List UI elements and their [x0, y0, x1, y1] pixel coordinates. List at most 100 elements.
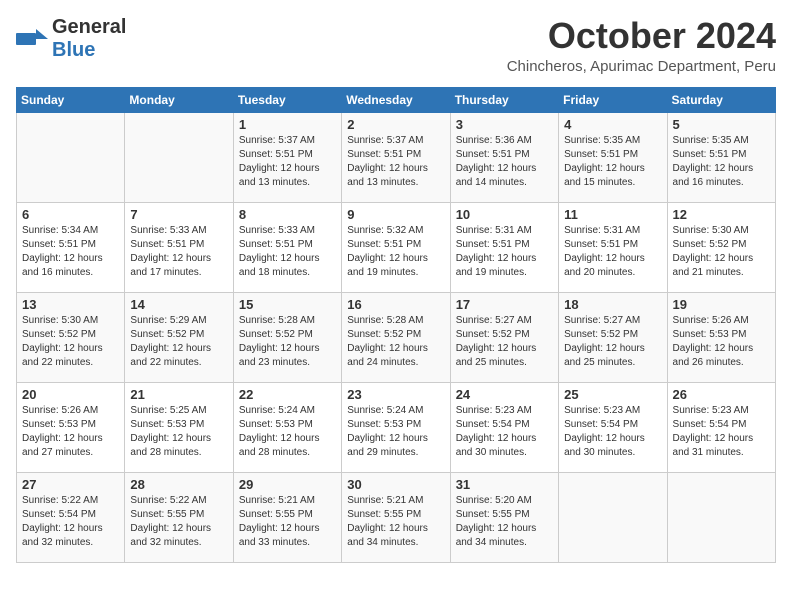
- day-number: 1: [239, 117, 336, 132]
- day-info: Sunrise: 5:28 AMSunset: 5:52 PMDaylight:…: [347, 314, 444, 370]
- day-info: Sunrise: 5:32 AMSunset: 5:51 PMDaylight:…: [347, 224, 444, 280]
- day-number: 16: [347, 297, 444, 312]
- logo-blue: Blue: [52, 39, 95, 61]
- day-cell: 10Sunrise: 5:31 AMSunset: 5:51 PMDayligh…: [450, 202, 558, 292]
- day-cell: 8 Sunrise: 5:33 AMSunset: 5:51 PMDaylight…: [233, 202, 341, 292]
- day-info: Sunrise: 5:33 AMSunset: 5:51 PMDaylight:…: [239, 224, 336, 280]
- day-number: 20: [22, 387, 119, 402]
- day-cell: 1 Sunrise: 5:37 AMSunset: 5:51 PMDaylight…: [233, 112, 341, 202]
- day-cell: 26 Sunrise: 5:23 AMSunset: 5:54 PMDayligh…: [667, 382, 775, 472]
- day-cell: 18 Sunrise: 5:27 AMSunset: 5:52 PMDayligh…: [559, 292, 667, 382]
- day-number: 4: [564, 117, 661, 132]
- day-number: 12: [673, 207, 770, 222]
- day-cell: 17Sunrise: 5:27 AMSunset: 5:52 PMDayligh…: [450, 292, 558, 382]
- day-info: Sunrise: 5:35 AMSunset: 5:51 PMDaylight:…: [564, 134, 661, 190]
- day-info: Sunrise: 5:29 AMSunset: 5:52 PMDaylight:…: [130, 314, 227, 370]
- day-cell: [17, 112, 125, 202]
- day-number: 14: [130, 297, 227, 312]
- day-cell: [667, 472, 775, 562]
- day-info: Sunrise: 5:26 AMSunset: 5:53 PMDaylight:…: [22, 404, 119, 460]
- day-cell: 22 Sunrise: 5:24 AMSunset: 5:53 PMDayligh…: [233, 382, 341, 472]
- day-number: 30: [347, 477, 444, 492]
- day-cell: 6Sunrise: 5:34 AMSunset: 5:51 PMDaylight…: [17, 202, 125, 292]
- day-cell: 9 Sunrise: 5:32 AMSunset: 5:51 PMDaylight…: [342, 202, 450, 292]
- day-cell: 25 Sunrise: 5:23 AMSunset: 5:54 PMDayligh…: [559, 382, 667, 472]
- day-info: Sunrise: 5:37 AMSunset: 5:51 PMDaylight:…: [347, 134, 444, 190]
- day-cell: 28 Sunrise: 5:22 AMSunset: 5:55 PMDayligh…: [125, 472, 233, 562]
- day-info: Sunrise: 5:31 AMSunset: 5:51 PMDaylight:…: [564, 224, 661, 280]
- day-info: Sunrise: 5:26 AMSunset: 5:53 PMDaylight:…: [673, 314, 770, 370]
- day-number: 8: [239, 207, 336, 222]
- day-number: 5: [673, 117, 770, 132]
- header-tuesday: Tuesday: [233, 87, 341, 112]
- day-number: 9: [347, 207, 444, 222]
- day-number: 23: [347, 387, 444, 402]
- day-number: 11: [564, 207, 661, 222]
- day-info: Sunrise: 5:23 AMSunset: 5:54 PMDaylight:…: [456, 404, 553, 460]
- header-wednesday: Wednesday: [342, 87, 450, 112]
- day-info: Sunrise: 5:22 AMSunset: 5:54 PMDaylight:…: [22, 494, 119, 550]
- day-number: 22: [239, 387, 336, 402]
- day-cell: 13 Sunrise: 5:30 AMSunset: 5:52 PMDayligh…: [17, 292, 125, 382]
- header-friday: Friday: [559, 87, 667, 112]
- day-info: Sunrise: 5:21 AMSunset: 5:55 PMDaylight:…: [239, 494, 336, 550]
- day-cell: 4 Sunrise: 5:35 AMSunset: 5:51 PMDaylight…: [559, 112, 667, 202]
- header-thursday: Thursday: [450, 87, 558, 112]
- day-cell: 27Sunrise: 5:22 AMSunset: 5:54 PMDayligh…: [17, 472, 125, 562]
- logo: General Blue: [16, 16, 126, 62]
- day-cell: 31 Sunrise: 5:20 AMSunset: 5:55 PMDayligh…: [450, 472, 558, 562]
- header-monday: Monday: [125, 87, 233, 112]
- day-cell: 7Sunrise: 5:33 AMSunset: 5:51 PMDaylight…: [125, 202, 233, 292]
- header-row: SundayMondayTuesdayWednesdayThursdayFrid…: [17, 87, 776, 112]
- day-info: Sunrise: 5:25 AMSunset: 5:53 PMDaylight:…: [130, 404, 227, 460]
- day-info: Sunrise: 5:22 AMSunset: 5:55 PMDaylight:…: [130, 494, 227, 550]
- day-info: Sunrise: 5:23 AMSunset: 5:54 PMDaylight:…: [673, 404, 770, 460]
- day-cell: 5 Sunrise: 5:35 AMSunset: 5:51 PMDaylight…: [667, 112, 775, 202]
- day-info: Sunrise: 5:24 AMSunset: 5:53 PMDaylight:…: [239, 404, 336, 460]
- day-info: Sunrise: 5:36 AMSunset: 5:51 PMDaylight:…: [456, 134, 553, 190]
- day-number: 28: [130, 477, 227, 492]
- day-number: 24: [456, 387, 553, 402]
- title-section: October 2024 Chincheros, Apurimac Depart…: [507, 16, 776, 75]
- day-number: 26: [673, 387, 770, 402]
- day-cell: 21 Sunrise: 5:25 AMSunset: 5:53 PMDayligh…: [125, 382, 233, 472]
- day-cell: [125, 112, 233, 202]
- day-cell: 2 Sunrise: 5:37 AMSunset: 5:51 PMDaylight…: [342, 112, 450, 202]
- day-info: Sunrise: 5:35 AMSunset: 5:51 PMDaylight:…: [673, 134, 770, 190]
- day-number: 31: [456, 477, 553, 492]
- day-cell: 23 Sunrise: 5:24 AMSunset: 5:53 PMDayligh…: [342, 382, 450, 472]
- day-number: 25: [564, 387, 661, 402]
- day-info: Sunrise: 5:24 AMSunset: 5:53 PMDaylight:…: [347, 404, 444, 460]
- month-title: October 2024: [507, 16, 776, 56]
- day-cell: 14 Sunrise: 5:29 AMSunset: 5:52 PMDayligh…: [125, 292, 233, 382]
- day-number: 17: [456, 297, 553, 312]
- day-number: 10: [456, 207, 553, 222]
- day-cell: 24 Sunrise: 5:23 AMSunset: 5:54 PMDayligh…: [450, 382, 558, 472]
- day-number: 29: [239, 477, 336, 492]
- day-info: Sunrise: 5:28 AMSunset: 5:52 PMDaylight:…: [239, 314, 336, 370]
- day-number: 21: [130, 387, 227, 402]
- header-sunday: Sunday: [17, 87, 125, 112]
- day-cell: 3Sunrise: 5:36 AMSunset: 5:51 PMDaylight…: [450, 112, 558, 202]
- day-number: 2: [347, 117, 444, 132]
- day-cell: 30 Sunrise: 5:21 AMSunset: 5:55 PMDayligh…: [342, 472, 450, 562]
- calendar-table: SundayMondayTuesdayWednesdayThursdayFrid…: [16, 87, 776, 563]
- day-cell: 11 Sunrise: 5:31 AMSunset: 5:51 PMDayligh…: [559, 202, 667, 292]
- week-row-4: 20 Sunrise: 5:26 AMSunset: 5:53 PMDayligh…: [17, 382, 776, 472]
- day-info: Sunrise: 5:27 AMSunset: 5:52 PMDaylight:…: [564, 314, 661, 370]
- day-info: Sunrise: 5:34 AMSunset: 5:51 PMDaylight:…: [22, 224, 119, 280]
- day-info: Sunrise: 5:30 AMSunset: 5:52 PMDaylight:…: [22, 314, 119, 370]
- day-info: Sunrise: 5:20 AMSunset: 5:55 PMDaylight:…: [456, 494, 553, 550]
- day-number: 18: [564, 297, 661, 312]
- day-number: 13: [22, 297, 119, 312]
- day-cell: 15Sunrise: 5:28 AMSunset: 5:52 PMDayligh…: [233, 292, 341, 382]
- day-info: Sunrise: 5:30 AMSunset: 5:52 PMDaylight:…: [673, 224, 770, 280]
- page-header: General Blue October 2024 Chincheros, Ap…: [16, 16, 776, 75]
- week-row-2: 6Sunrise: 5:34 AMSunset: 5:51 PMDaylight…: [17, 202, 776, 292]
- day-cell: 12 Sunrise: 5:30 AMSunset: 5:52 PMDayligh…: [667, 202, 775, 292]
- day-cell: [559, 472, 667, 562]
- day-info: Sunrise: 5:21 AMSunset: 5:55 PMDaylight:…: [347, 494, 444, 550]
- day-info: Sunrise: 5:23 AMSunset: 5:54 PMDaylight:…: [564, 404, 661, 460]
- day-number: 19: [673, 297, 770, 312]
- day-info: Sunrise: 5:37 AMSunset: 5:51 PMDaylight:…: [239, 134, 336, 190]
